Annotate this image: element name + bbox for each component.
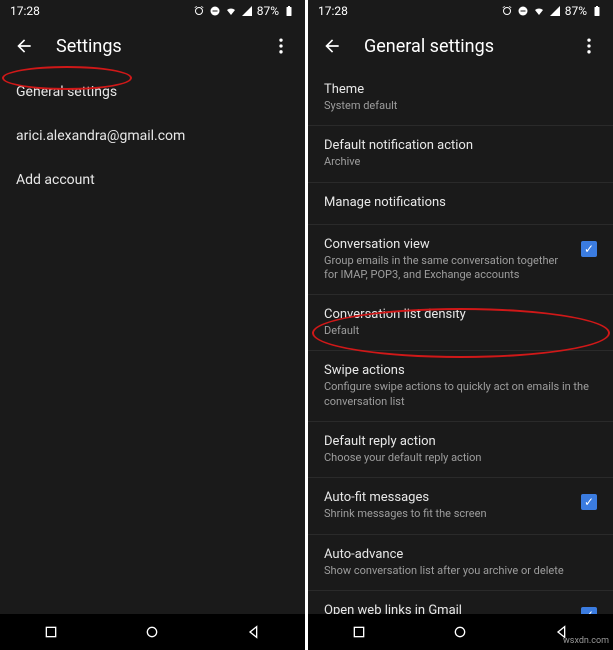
- alarm-icon: [501, 5, 513, 17]
- auto-fit-messages-item[interactable]: Auto-fit messages Shrink messages to fit…: [308, 478, 613, 534]
- settings-screen: 17:28 87% Settings General settings aric…: [0, 0, 305, 650]
- nav-recent-icon[interactable]: [351, 624, 367, 640]
- battery-icon: [283, 5, 295, 17]
- nav-bar: [0, 614, 305, 650]
- wifi-icon: [533, 5, 545, 17]
- more-vert-icon: [271, 36, 291, 56]
- account-item[interactable]: arici.alexandra@gmail.com: [0, 114, 305, 158]
- open-web-links-item[interactable]: Open web links in Gmail Turn on for fast…: [308, 591, 613, 614]
- setting-title: Swipe actions: [324, 363, 597, 378]
- settings-list: General settings arici.alexandra@gmail.c…: [0, 70, 305, 614]
- signal-icon: [241, 5, 253, 17]
- status-bar: 17:28 87%: [308, 0, 613, 22]
- page-title: General settings: [364, 36, 557, 57]
- app-bar: General settings: [308, 22, 613, 70]
- battery-text: 87%: [565, 4, 587, 18]
- status-icons: 87%: [501, 4, 603, 18]
- setting-sub: Group emails in the same conversation to…: [324, 254, 571, 283]
- overflow-menu[interactable]: [577, 34, 601, 58]
- setting-title: Conversation view: [324, 237, 571, 252]
- settings-list: Theme System default Default notificatio…: [308, 70, 613, 614]
- setting-title: Manage notifications: [324, 195, 597, 210]
- dnd-icon: [517, 5, 529, 17]
- overflow-menu[interactable]: [269, 34, 293, 58]
- add-account-item[interactable]: Add account: [0, 158, 305, 202]
- theme-item[interactable]: Theme System default: [308, 70, 613, 126]
- alarm-icon: [193, 5, 205, 17]
- app-bar: Settings: [0, 22, 305, 70]
- nav-recent-icon[interactable]: [43, 624, 59, 640]
- general-settings-screen: 17:28 87% General settings Theme System …: [308, 0, 613, 650]
- dnd-icon: [209, 5, 221, 17]
- status-time: 17:28: [318, 4, 348, 18]
- swipe-actions-item[interactable]: Swipe actions Configure swipe actions to…: [308, 351, 613, 422]
- manage-notifications-item[interactable]: Manage notifications: [308, 183, 613, 225]
- wifi-icon: [225, 5, 237, 17]
- page-title: Settings: [56, 36, 249, 57]
- status-time: 17:28: [10, 4, 40, 18]
- setting-title: Auto-advance: [324, 547, 597, 562]
- setting-sub: Archive: [324, 155, 597, 169]
- back-arrow-icon: [14, 36, 34, 56]
- setting-title: Conversation list density: [324, 307, 597, 322]
- setting-sub: Choose your default reply action: [324, 451, 597, 465]
- setting-title: Default reply action: [324, 434, 597, 449]
- auto-advance-item[interactable]: Auto-advance Show conversation list afte…: [308, 535, 613, 591]
- checkbox[interactable]: [581, 241, 597, 257]
- signal-icon: [549, 5, 561, 17]
- setting-sub: Show conversation list after you archive…: [324, 564, 597, 578]
- nav-home-icon[interactable]: [144, 624, 160, 640]
- setting-sub: Configure swipe actions to quickly act o…: [324, 380, 597, 409]
- watermark: wsxdn.com: [563, 636, 609, 646]
- checkbox[interactable]: [581, 494, 597, 510]
- default-notification-action-item[interactable]: Default notification action Archive: [308, 126, 613, 182]
- nav-home-icon[interactable]: [452, 624, 468, 640]
- back-arrow-icon: [322, 36, 342, 56]
- conversation-list-density-item[interactable]: Conversation list density Default: [308, 295, 613, 351]
- nav-back-icon[interactable]: [246, 624, 262, 640]
- back-button[interactable]: [320, 34, 344, 58]
- checkbox[interactable]: [581, 607, 597, 614]
- setting-title: Auto-fit messages: [324, 490, 571, 505]
- more-vert-icon: [579, 36, 599, 56]
- setting-sub: Shrink messages to fit the screen: [324, 507, 571, 521]
- battery-icon: [591, 5, 603, 17]
- default-reply-action-item[interactable]: Default reply action Choose your default…: [308, 422, 613, 478]
- setting-title: Open web links in Gmail: [324, 603, 571, 614]
- setting-sub: System default: [324, 99, 597, 113]
- setting-sub: Default: [324, 324, 597, 338]
- general-settings-item[interactable]: General settings: [0, 70, 305, 114]
- battery-text: 87%: [257, 4, 279, 18]
- conversation-view-item[interactable]: Conversation view Group emails in the sa…: [308, 225, 613, 296]
- back-button[interactable]: [12, 34, 36, 58]
- setting-title: Theme: [324, 82, 597, 97]
- status-icons: 87%: [193, 4, 295, 18]
- setting-title: Default notification action: [324, 138, 597, 153]
- status-bar: 17:28 87%: [0, 0, 305, 22]
